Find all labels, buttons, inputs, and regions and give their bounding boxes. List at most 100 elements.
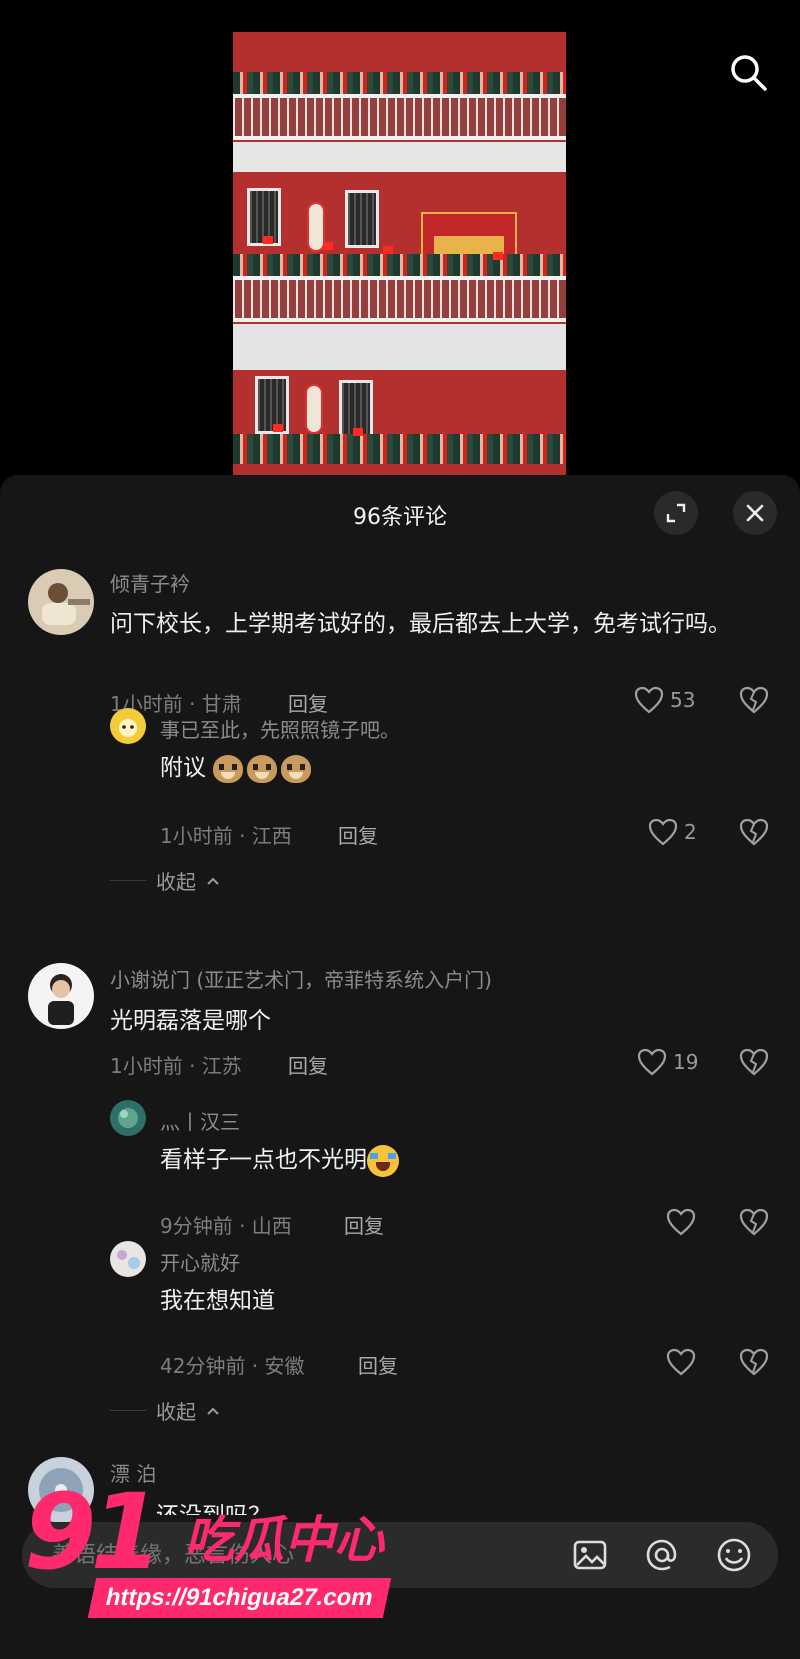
- broken-heart-icon: [739, 1348, 769, 1376]
- reply-button[interactable]: 回复: [358, 1350, 398, 1379]
- red-flag: [323, 242, 333, 250]
- broken-heart-icon: [739, 818, 769, 846]
- collapse-label: 收起: [156, 1400, 196, 1424]
- students-row: [233, 254, 566, 276]
- avatar-image: [110, 1241, 146, 1277]
- avatar[interactable]: [28, 963, 94, 1029]
- avatar-image: [28, 963, 94, 1029]
- comment-meta: 1小时前 · 江苏: [110, 1054, 242, 1078]
- comment-username[interactable]: 倾青子衿: [110, 568, 190, 597]
- balcony-railing: [233, 276, 566, 322]
- crying-laughing-emoji-icon: [367, 1144, 399, 1177]
- collapse-replies-button[interactable]: 收起: [110, 1396, 220, 1425]
- divider: [110, 1410, 146, 1411]
- reply-text: 附议: [160, 747, 315, 789]
- expand-button[interactable]: [654, 491, 698, 535]
- expand-icon: [666, 503, 686, 523]
- avatar-image: [28, 569, 94, 635]
- students-row: [233, 434, 566, 464]
- comment-text: 问下校长，上学期考试好的，最后都去上大学，免考试行吗。: [110, 611, 731, 637]
- search-icon: [731, 55, 767, 91]
- reply-meta: 9分钟前 · 山西: [160, 1214, 292, 1238]
- comment-input[interactable]: [52, 1538, 512, 1572]
- collapse-replies-button[interactable]: 收起: [110, 866, 220, 895]
- chevron-up-icon: [207, 877, 219, 885]
- broken-heart-icon: [739, 1208, 769, 1236]
- heart-icon: [648, 818, 678, 846]
- image-button[interactable]: [570, 1535, 610, 1575]
- reply-avatar[interactable]: [110, 708, 146, 744]
- dislike-button[interactable]: [739, 686, 769, 718]
- comment-input-bar: [22, 1522, 778, 1588]
- dislike-button[interactable]: [739, 1208, 769, 1240]
- close-icon: [746, 504, 764, 522]
- reply-avatar[interactable]: [110, 1100, 146, 1136]
- reply-button[interactable]: 回复: [288, 1050, 328, 1079]
- reply-text-content: 看样子一点也不光明: [160, 1147, 367, 1173]
- dog-emoji-icon: [281, 754, 312, 783]
- at-icon: [646, 1539, 677, 1571]
- avatar-image: [110, 1100, 146, 1136]
- red-flag: [493, 252, 503, 260]
- reply-username[interactable]: 事已至此，先照照镜子吧。: [160, 714, 400, 743]
- comment-username[interactable]: 漂 泊: [110, 1458, 156, 1487]
- like-count: 19: [673, 1050, 699, 1074]
- broken-heart-icon: [739, 1048, 769, 1076]
- red-flag: [273, 424, 283, 432]
- search-button[interactable]: [728, 52, 768, 92]
- avatar-image: [28, 1457, 94, 1523]
- balcony-railing: [233, 94, 566, 140]
- dislike-button[interactable]: [739, 818, 769, 850]
- comment-text: 光明磊落是哪个: [110, 1008, 271, 1034]
- close-button[interactable]: [733, 491, 777, 535]
- emoji-button[interactable]: [714, 1535, 754, 1575]
- comment-text: ……还没到吗？: [110, 1495, 271, 1515]
- reply-text: 我在想知道: [160, 1288, 275, 1314]
- comment-username[interactable]: 小谢说门 (亚正艺术门，帝菲特系统入户门): [110, 964, 492, 993]
- like-button[interactable]: [666, 1208, 696, 1236]
- red-flag: [353, 428, 363, 436]
- reply-button[interactable]: 回复: [338, 820, 378, 849]
- reply-username[interactable]: 开心就好: [160, 1247, 240, 1276]
- balcony-slab: [233, 324, 566, 370]
- window: [255, 376, 289, 434]
- avatar[interactable]: [28, 1457, 94, 1523]
- dislike-button[interactable]: [739, 1348, 769, 1380]
- reply-text: 看样子一点也不光明: [160, 1139, 399, 1181]
- dislike-button[interactable]: [739, 1048, 769, 1080]
- divider: [110, 880, 146, 881]
- collapse-label: 收起: [156, 870, 196, 894]
- dog-emoji-icon: [247, 754, 278, 783]
- heart-icon: [666, 1208, 696, 1236]
- like-button[interactable]: 53: [634, 686, 695, 714]
- comments-sheet: 96条评论 倾青子衿 问下校长，上学期考试好的，最后都去上大学，免考试行吗。 1…: [0, 475, 800, 1659]
- like-button[interactable]: [666, 1348, 696, 1376]
- poster: [305, 384, 323, 434]
- smiley-icon: [717, 1538, 751, 1572]
- broken-heart-icon: [739, 686, 769, 714]
- reply-meta: 1小时前 · 江西: [160, 824, 292, 848]
- image-icon: [573, 1540, 607, 1570]
- avatar-image: [110, 708, 146, 744]
- reply-username[interactable]: 灬丨汉三: [160, 1106, 240, 1135]
- mention-button[interactable]: [642, 1535, 682, 1575]
- reply-meta: 42分钟前 · 安徽: [160, 1354, 305, 1378]
- like-button[interactable]: 2: [648, 818, 697, 846]
- window: [345, 190, 379, 248]
- reply-avatar[interactable]: [110, 1241, 146, 1277]
- avatar[interactable]: [28, 569, 94, 635]
- like-count: 2: [684, 820, 697, 844]
- reply-button[interactable]: 回复: [288, 688, 328, 717]
- video-player[interactable]: [233, 32, 566, 478]
- red-flag: [383, 246, 393, 254]
- red-flag: [263, 236, 273, 244]
- reply-button[interactable]: 回复: [344, 1210, 384, 1239]
- heart-icon: [637, 1048, 667, 1076]
- chevron-up-icon: [207, 1407, 219, 1415]
- students-row: [233, 72, 566, 94]
- reply-text-content: 附议: [160, 755, 206, 781]
- balcony-slab: [233, 142, 566, 172]
- dog-emoji-icon: [213, 754, 244, 783]
- like-button[interactable]: 19: [637, 1048, 698, 1076]
- like-count: 53: [670, 688, 696, 712]
